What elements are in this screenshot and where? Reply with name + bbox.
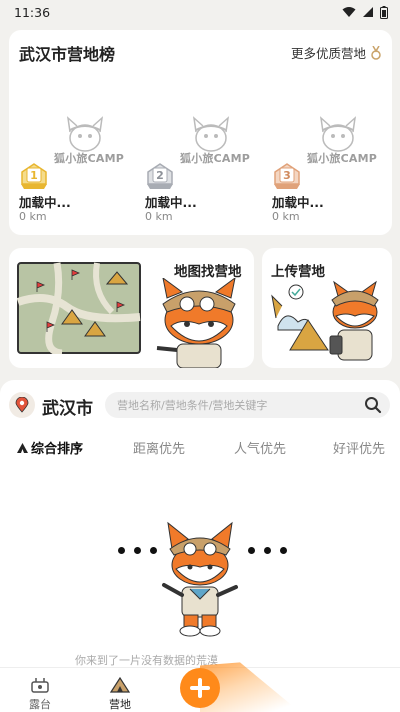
tab-label: 露台 (29, 698, 51, 711)
location-pin-icon[interactable] (9, 392, 35, 418)
search-icon[interactable] (364, 396, 382, 414)
tab-label: 综合排序 (31, 442, 84, 457)
ranking-item[interactable]: 狐小旅CAMP 2 加载中... 0 km (145, 112, 255, 232)
search-bar (105, 392, 390, 418)
rank-3-badge-icon: 3 (274, 163, 300, 189)
right-dots (248, 547, 287, 554)
camp-logo-text: 狐小旅CAMP (307, 152, 377, 165)
ranking-item-name: 加载中... (145, 195, 197, 210)
more-camps-link[interactable]: 更多优质营地 (291, 43, 382, 62)
ranking-item[interactable]: 狐小旅CAMP 3 加载中... 0 km (272, 112, 382, 232)
ranking-item-distance: 0 km (145, 210, 173, 223)
tab-label: 营地 (109, 698, 131, 711)
rank-1-number: 1 (30, 169, 38, 182)
battery-icon (380, 5, 388, 19)
ranking-item-name: 加载中... (272, 195, 324, 210)
more-camps-label: 更多优质营地 (290, 46, 366, 61)
left-dots (118, 547, 157, 554)
terrace-icon (31, 678, 49, 693)
add-button[interactable] (180, 668, 220, 708)
wifi-icon (342, 7, 356, 17)
search-input[interactable] (117, 392, 357, 418)
ranking-item[interactable]: 狐小旅CAMP 1 加载中... 0 km (19, 112, 129, 232)
upload-camp-card[interactable]: 上传营地 (262, 248, 392, 368)
city-selector[interactable]: 武汉市 (42, 394, 93, 419)
empty-state-text: 你来到了一片没有数据的荒漠 (75, 654, 218, 667)
status-time: 11:36 (14, 4, 51, 20)
upload-camp-title: 上传营地 (271, 264, 325, 280)
rank-3-number: 3 (283, 169, 291, 182)
ranking-item-name: 加载中... (19, 195, 71, 210)
map-find-camp-title: 地图找营地 (174, 264, 242, 280)
fox-explorer-mascot (156, 278, 236, 368)
upload-illustration (271, 280, 379, 361)
camp-logo-text: 狐小旅CAMP (180, 152, 250, 165)
ranking-card: 武汉市营地榜 更多优质营地 狐小旅CAMP 1 加载中... 0 km 狐小旅C… (9, 30, 392, 235)
plus-icon (190, 678, 210, 698)
ranking-item-distance: 0 km (19, 210, 47, 223)
status-bar: 11:36 (0, 0, 400, 24)
map-find-camp-card[interactable]: 地图找营地 (9, 248, 254, 368)
tab-campsite[interactable]: 营地 (100, 676, 140, 712)
tab-popularity-first[interactable]: 人气优先 (234, 438, 286, 457)
rank-2-number: 2 (156, 169, 164, 182)
rank-1-badge-icon: 1 (21, 163, 47, 189)
empty-state-fox-mascot (162, 521, 238, 637)
map-illustration (17, 262, 141, 354)
tab-comprehensive-sort[interactable]: 综合排序 (16, 438, 83, 457)
tent-icon (17, 442, 28, 453)
tab-rating-first[interactable]: 好评优先 (333, 438, 385, 457)
camp-list-panel: 武汉市 综合排序 距离优先 人气优先 好评优先 你来到了一片没有数据的荒漠 (0, 380, 400, 670)
campsite-tent-icon (109, 676, 131, 693)
ranking-item-distance: 0 km (272, 210, 300, 223)
signal-icon (363, 7, 373, 17)
rank-2-badge-icon: 2 (147, 163, 173, 189)
medal-icon (371, 45, 381, 60)
camp-logo-text: 狐小旅CAMP (54, 152, 124, 165)
ranking-title: 武汉市营地榜 (19, 45, 116, 64)
tab-distance-first[interactable]: 距离优先 (133, 438, 185, 457)
tab-terrace[interactable]: 露台 (20, 676, 60, 712)
